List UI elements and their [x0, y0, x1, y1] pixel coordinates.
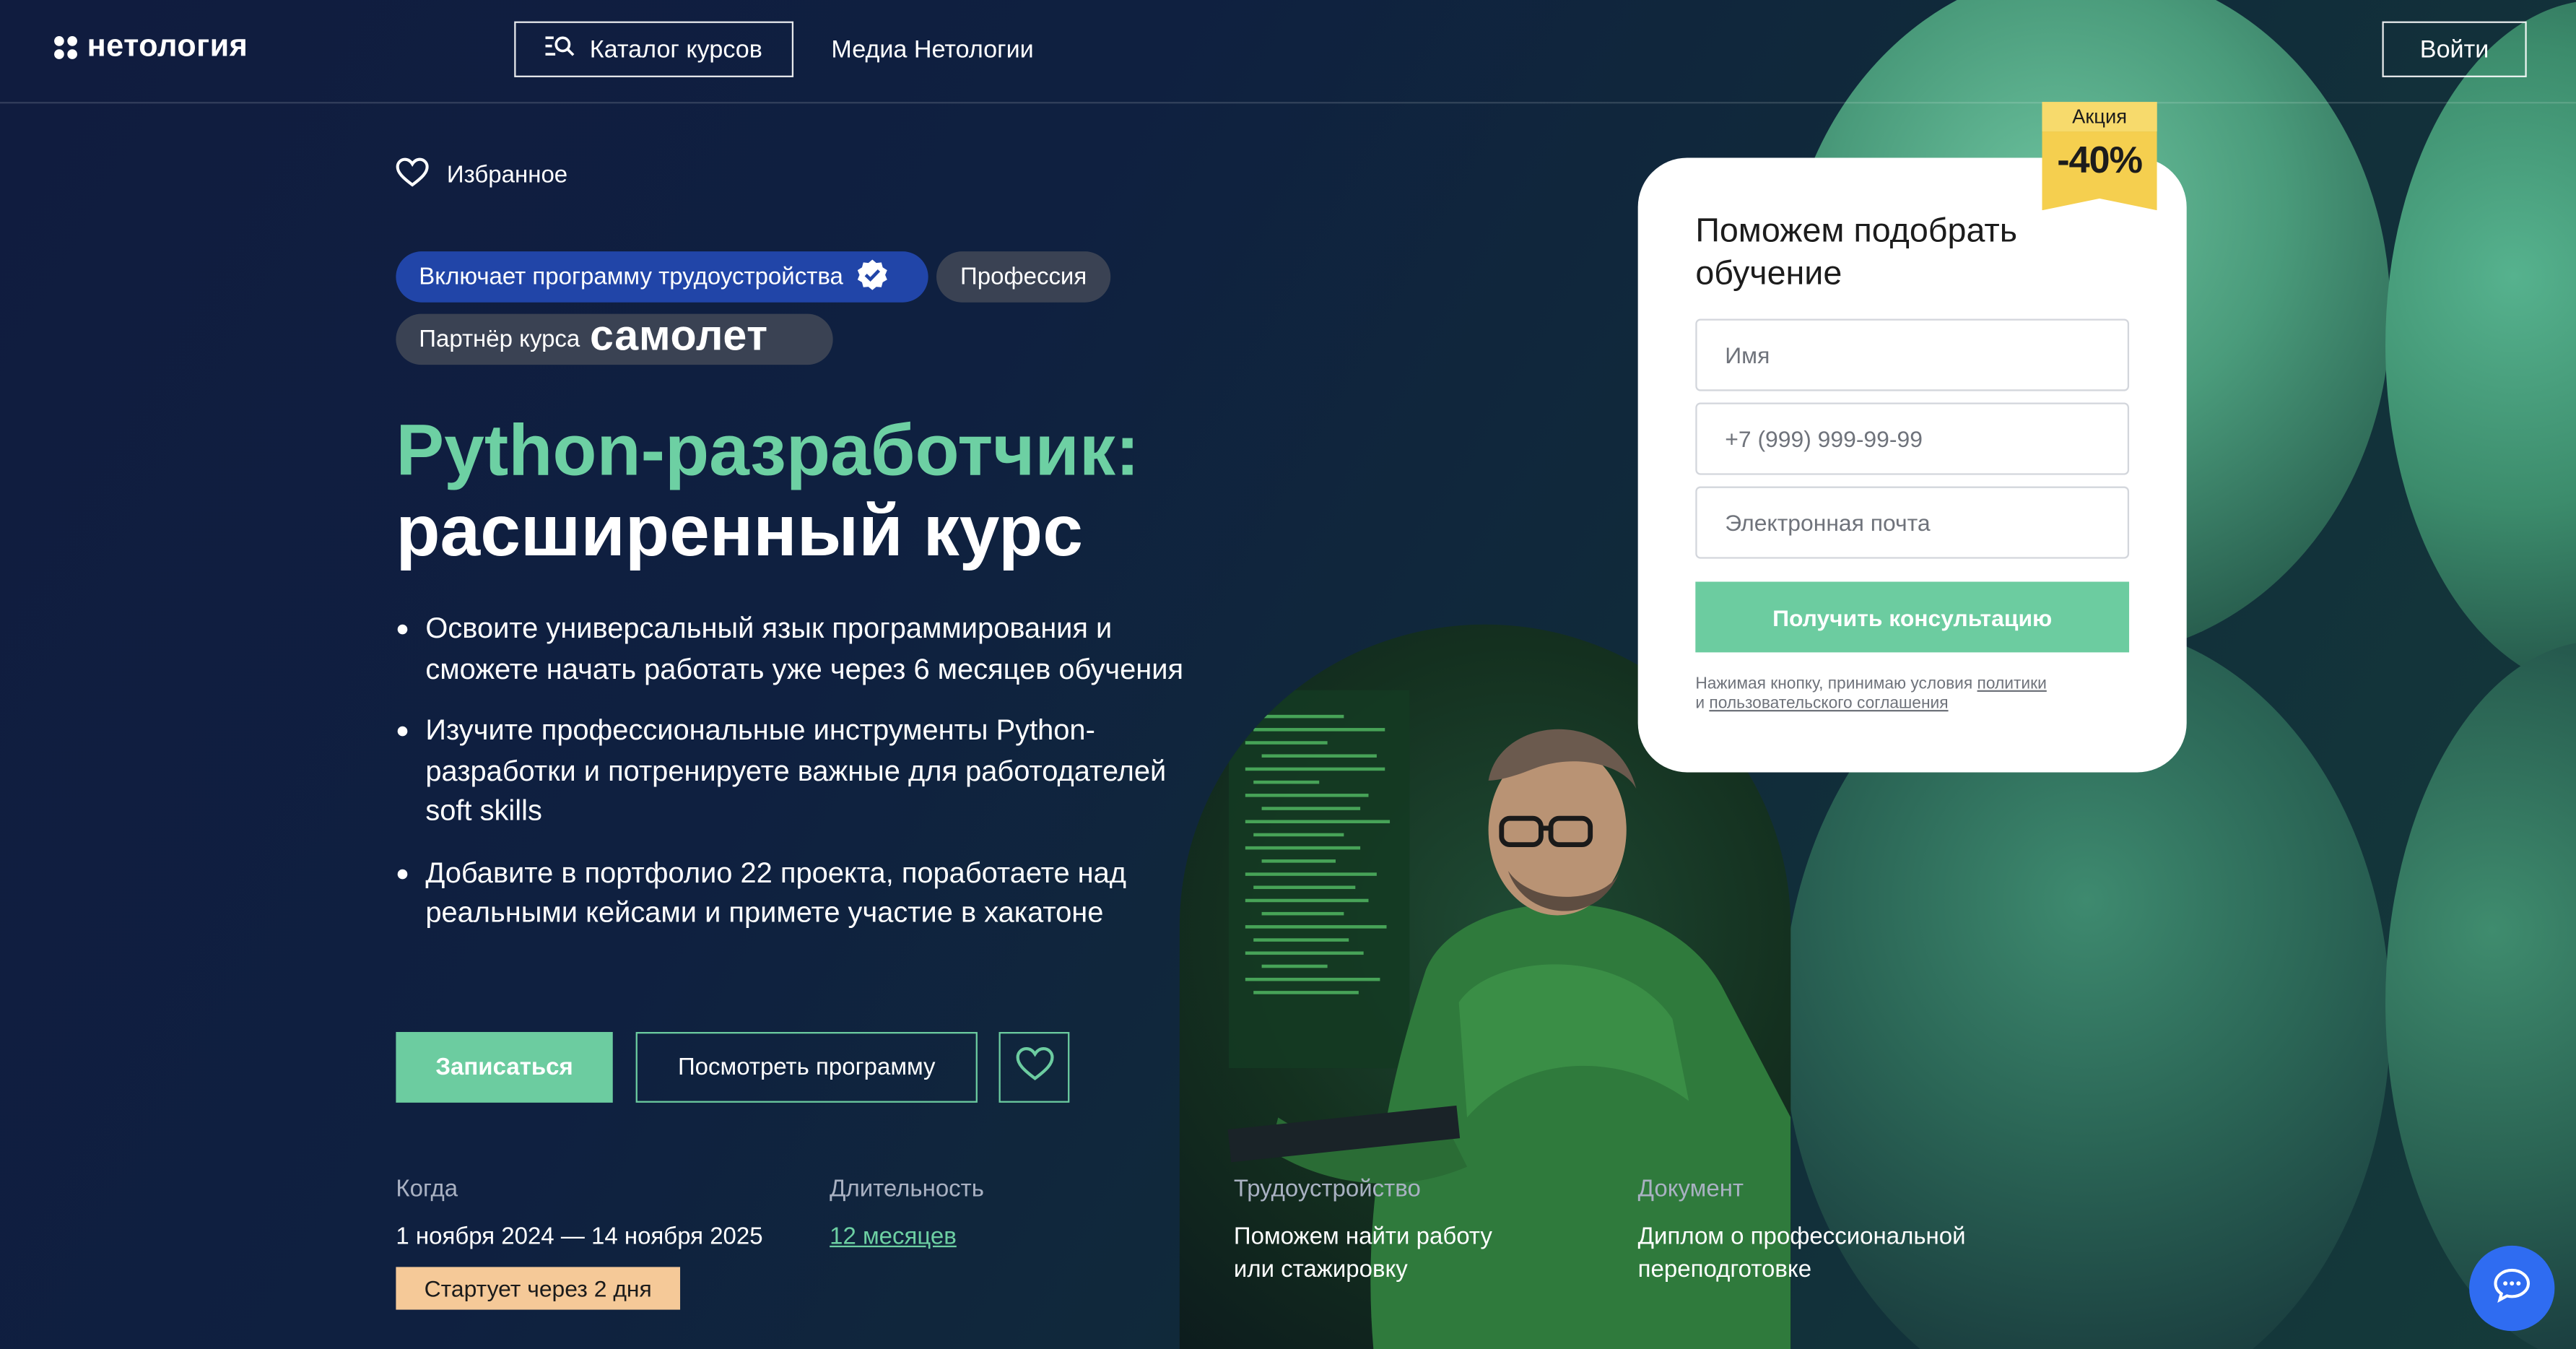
catalog-search-icon [545, 35, 575, 64]
name-field[interactable] [1695, 318, 2130, 391]
when-label: Когда [396, 1176, 458, 1203]
media-link[interactable]: Медиа Нетологии [831, 36, 1033, 64]
favorites-link[interactable]: Избранное [396, 157, 567, 194]
phone-field[interactable] [1695, 402, 2130, 475]
favorites-label: Избранное [446, 162, 568, 189]
benefit-item: Добавите в портфолио 22 проекта, поработ… [396, 852, 1184, 932]
logo[interactable]: нетология [54, 30, 248, 66]
heart-icon [396, 157, 429, 194]
promo-discount: -40% [2057, 138, 2143, 181]
chat-bubble-icon [2492, 1266, 2532, 1310]
benefit-item: Освоите универсальный язык программирова… [396, 608, 1184, 688]
employment-badge-label: Включает программу трудоустройства [419, 264, 843, 290]
legal-prefix: Нажимая кнопку, принимаю условия [1695, 675, 1977, 694]
duration-link[interactable]: 12 месяцев [830, 1221, 957, 1254]
get-consultation-button[interactable]: Получить консультацию [1695, 581, 2130, 653]
document-label: Документ [1637, 1176, 1744, 1203]
promo-label: Акция [2042, 102, 2157, 132]
heart-icon [1014, 1046, 1054, 1088]
form-title: Поможем подобрать обучение [1695, 210, 2017, 295]
course-title-line2: расширенный курс [396, 491, 1083, 572]
legal-text: Нажимая кнопку, принимаю условия политик… [1695, 675, 2138, 715]
decor-circle [2385, 641, 2576, 1349]
user-agreement-link[interactable]: пользовательского соглашения [1709, 695, 1948, 713]
logo-text: нетология [87, 29, 248, 64]
partner-brand-logo: самолет [589, 311, 768, 360]
add-to-favorites-button[interactable] [998, 1032, 1070, 1103]
employment-value-line: Поможем найти работу [1233, 1224, 1492, 1251]
start-badge: Стартует через 2 дня [396, 1267, 681, 1310]
benefit-item: Изучите профессиональные инструменты Pyt… [396, 710, 1184, 830]
employment-value-line: или стажировку [1233, 1257, 1408, 1284]
promo-ribbon: Акция -40% [2042, 102, 2157, 211]
duration-label: Длительность [830, 1176, 984, 1203]
catalog-label: Каталог курсов [589, 35, 762, 64]
employment-value: Поможем найти работу или стажировку [1234, 1221, 1492, 1287]
document-value: Диплом о профессиональной переподготовке [1638, 1221, 1966, 1287]
catalog-button[interactable]: Каталог курсов [514, 21, 794, 77]
partner-label: Партнёр курса [419, 326, 580, 353]
view-program-button[interactable]: Посмотреть программу [635, 1032, 978, 1103]
enroll-button[interactable]: Записаться [396, 1032, 613, 1103]
consultation-form-card: Поможем подобрать обучение Получить конс… [1637, 157, 2187, 773]
course-title: Python-разработчик: расширенный курс [396, 411, 1139, 572]
document-value-line: Диплом о профессиональной [1637, 1224, 1966, 1251]
when-value: 1 ноября 2024 — 14 ноября 2025 [396, 1224, 763, 1251]
employment-label: Трудоустройство [1233, 1176, 1421, 1203]
chat-button[interactable] [2469, 1245, 2555, 1332]
email-field[interactable] [1695, 486, 2130, 559]
benefits-list: Освоите универсальный язык программирова… [396, 608, 1184, 954]
document-value-line: переподготовке [1637, 1257, 1812, 1284]
form-title-line: обучение [1695, 254, 1842, 293]
legal-and: и [1695, 695, 1710, 713]
login-button[interactable]: Войти [2382, 21, 2527, 77]
course-title-line1: Python-разработчик: [396, 410, 1140, 492]
form-title-line: Поможем подобрать [1695, 212, 2018, 250]
partner-badge: Партнёр курса самолет [396, 311, 833, 365]
page: нетология Каталог курсов Медиа Нетологии… [0, 0, 2576, 1349]
profession-badge: Профессия [936, 251, 1111, 303]
policy-link[interactable]: политики [1977, 675, 2047, 693]
verified-check-icon [856, 257, 889, 297]
employment-badge: Включает программу трудоустройства [396, 251, 928, 303]
logo-mark-icon [54, 36, 77, 59]
site-header: нетология Каталог курсов Медиа Нетологии… [0, 0, 2576, 104]
